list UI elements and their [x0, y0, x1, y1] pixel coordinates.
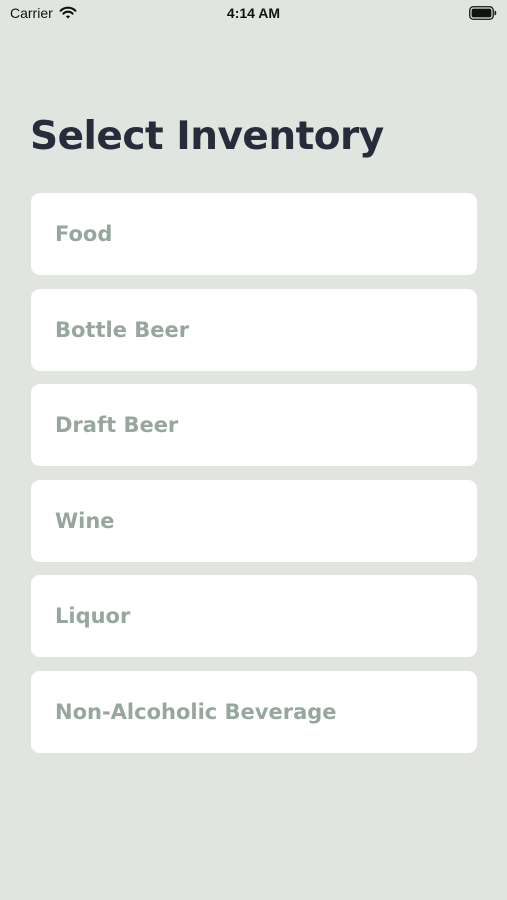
inventory-item-wine[interactable]: Wine — [31, 479, 477, 562]
inventory-item-label: Liquor — [55, 604, 131, 628]
inventory-list: Food Bottle Beer Draft Beer Wine Liquor … — [31, 193, 477, 766]
inventory-item-label: Wine — [55, 508, 115, 533]
status-bar: Carrier 4:14 AM — [0, 0, 507, 28]
inventory-item-bottle-beer[interactable]: Bottle Beer — [31, 288, 477, 371]
page-title: Select Inventory — [30, 114, 384, 159]
battery-icon — [469, 6, 497, 20]
inventory-item-label: Food — [55, 222, 113, 246]
inventory-item-label: Draft Beer — [55, 413, 179, 437]
inventory-item-draft-beer[interactable]: Draft Beer — [31, 384, 477, 466]
inventory-item-food[interactable]: Food — [31, 193, 477, 275]
status-time: 4:14 AM — [226, 5, 281, 21]
inventory-item-liquor[interactable]: Liquor — [31, 575, 477, 657]
inventory-item-label: Non-Alcoholic Beverage — [55, 699, 337, 724]
inventory-item-non-alcoholic-beverage[interactable]: Non-Alcoholic Beverage — [31, 670, 477, 753]
inventory-item-label: Bottle Beer — [55, 317, 190, 342]
